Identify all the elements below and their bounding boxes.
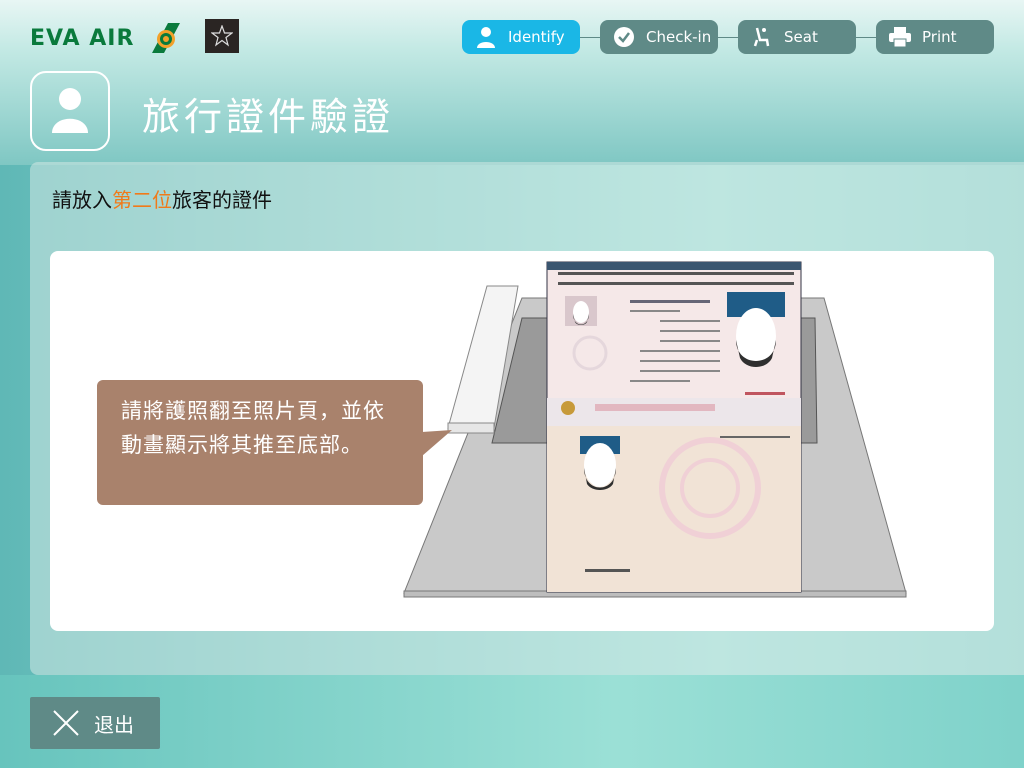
instruction-text: 請放入第二位旅客的證件: [52, 184, 272, 213]
instruction-prefix: 請放入: [52, 188, 112, 212]
close-icon: [53, 710, 79, 736]
seat-icon: [748, 23, 776, 51]
step-identify: Identify: [462, 20, 580, 54]
star-icon: [211, 25, 233, 47]
checkmark-icon: [610, 23, 638, 51]
printer-icon: [886, 23, 914, 51]
eva-emblem-icon: [152, 23, 181, 53]
exit-label: 退出: [94, 712, 134, 737]
passport-scanner-illustration: [403, 261, 907, 598]
step-label: Seat: [784, 28, 818, 46]
star-alliance-logo: [205, 19, 239, 53]
exit-button[interactable]: 退出: [30, 697, 160, 749]
passport-image: [546, 261, 802, 593]
title-person-icon: [30, 71, 110, 151]
person-icon: [52, 88, 88, 133]
page-title: 旅行證件驗證: [142, 95, 395, 139]
instruction-suffix: 旅客的證件: [172, 188, 272, 212]
step-label: Print: [922, 28, 957, 46]
instruction-tooltip: 請將護照翻至照片頁，並依動畫顯示將其推至底部。: [97, 380, 423, 505]
logo-text: EVA AIR: [30, 25, 135, 51]
tooltip-tail: [422, 430, 452, 456]
instruction-highlight: 第二位: [112, 188, 172, 212]
step-print: Print: [876, 20, 994, 54]
step-label: Identify: [508, 28, 565, 46]
step-connector: [718, 37, 738, 38]
person-icon: [472, 23, 500, 51]
step-label: Check-in: [646, 28, 712, 46]
step-seat: Seat: [738, 20, 856, 54]
step-connector: [856, 37, 876, 38]
step-check-in: Check-in: [600, 20, 718, 54]
eva-air-logo: EVA AIR: [30, 20, 181, 56]
step-connector: [580, 37, 600, 38]
